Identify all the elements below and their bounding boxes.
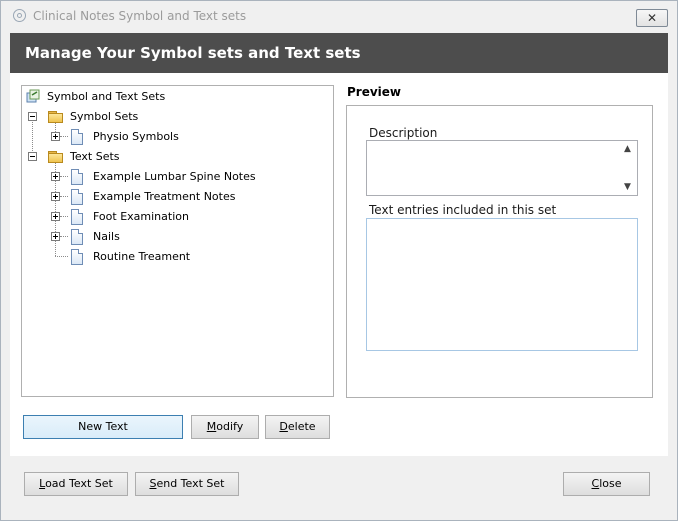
load-text-set-button[interactable]: Load Text Set (24, 472, 128, 496)
expand-icon[interactable] (51, 192, 60, 201)
tree-node-nails[interactable]: Nails (49, 228, 269, 246)
description-scrollbar[interactable]: ▲ ▼ (621, 141, 637, 195)
tree-node-label: Text Sets (70, 150, 120, 163)
new-text-label: New Text (78, 420, 128, 433)
document-icon (71, 229, 83, 245)
header-banner: Manage Your Symbol sets and Text sets (10, 33, 668, 73)
close-button[interactable]: Close (563, 472, 650, 496)
tree-node-treatment-notes[interactable]: Example Treatment Notes (49, 188, 269, 206)
delete-mnemonic: D (279, 420, 288, 433)
scroll-up-icon[interactable]: ▲ (624, 144, 631, 154)
document-icon (71, 129, 83, 145)
tree-node-label: Example Treatment Notes (93, 190, 236, 203)
tree-node-text-sets[interactable]: Text Sets (26, 148, 166, 166)
expand-icon[interactable] (51, 212, 60, 221)
description-field[interactable]: ▲ ▼ (366, 140, 638, 196)
delete-button[interactable]: Delete (265, 415, 330, 439)
collapse-icon[interactable] (28, 112, 37, 121)
tree-node-label: Symbol Sets (70, 110, 139, 123)
modify-mnemonic: M (206, 420, 217, 433)
tree-node-lumbar-spine-notes[interactable]: Example Lumbar Spine Notes (49, 168, 269, 186)
close-label: lose (599, 477, 622, 490)
tree-node-label: Foot Examination (93, 210, 189, 223)
tree-node-label: Nails (93, 230, 120, 243)
document-icon (71, 249, 83, 265)
sets-tree[interactable]: Symbol and Text Sets Symbol Sets Physio … (21, 85, 334, 397)
new-text-button[interactable]: New Text (23, 415, 183, 439)
modify-label: odify (216, 420, 244, 433)
tree-node-label: Physio Symbols (93, 130, 179, 143)
expand-icon[interactable] (51, 232, 60, 241)
banner-title: Manage Your Symbol sets and Text sets (25, 44, 361, 62)
tree-node-symbol-sets[interactable]: Symbol Sets (26, 108, 166, 126)
delete-label: elete (287, 420, 316, 433)
tree-node-label: Routine Treament (93, 250, 191, 263)
window-close-button[interactable]: ✕ (636, 9, 668, 27)
send-text-set-button[interactable]: Send Text Set (135, 472, 239, 496)
description-label: Description (369, 126, 438, 140)
document-icon (71, 169, 83, 185)
send-label: end Text Set (156, 477, 225, 490)
tree-root-label: Symbol and Text Sets (47, 90, 166, 103)
entries-label: Text entries included in this set (369, 203, 557, 217)
tree-node-physio-symbols[interactable]: Physio Symbols (49, 128, 209, 146)
modify-button[interactable]: Modify (191, 415, 259, 439)
app-icon (13, 9, 26, 22)
tree-node-label: Example Lumbar Spine Notes (93, 170, 256, 183)
expand-icon[interactable] (51, 172, 60, 181)
document-icon (71, 209, 83, 225)
document-icon (71, 189, 83, 205)
expand-icon[interactable] (51, 132, 60, 141)
title-bar[interactable]: Clinical Notes Symbol and Text sets ✕ (1, 1, 677, 33)
window-title: Clinical Notes Symbol and Text sets (33, 9, 247, 23)
preview-heading: Preview (347, 85, 402, 99)
collapse-icon[interactable] (28, 152, 37, 161)
load-label: oad Text Set (45, 477, 113, 490)
tree-node-routine-treament[interactable]: Routine Treament (49, 248, 269, 266)
folder-icon (48, 111, 64, 123)
folder-icon (48, 151, 64, 163)
scroll-down-icon[interactable]: ▼ (624, 182, 631, 192)
sets-root-icon (26, 89, 40, 103)
text-entries-field[interactable] (366, 218, 638, 351)
tree-node-foot-examination[interactable]: Foot Examination (49, 208, 269, 226)
